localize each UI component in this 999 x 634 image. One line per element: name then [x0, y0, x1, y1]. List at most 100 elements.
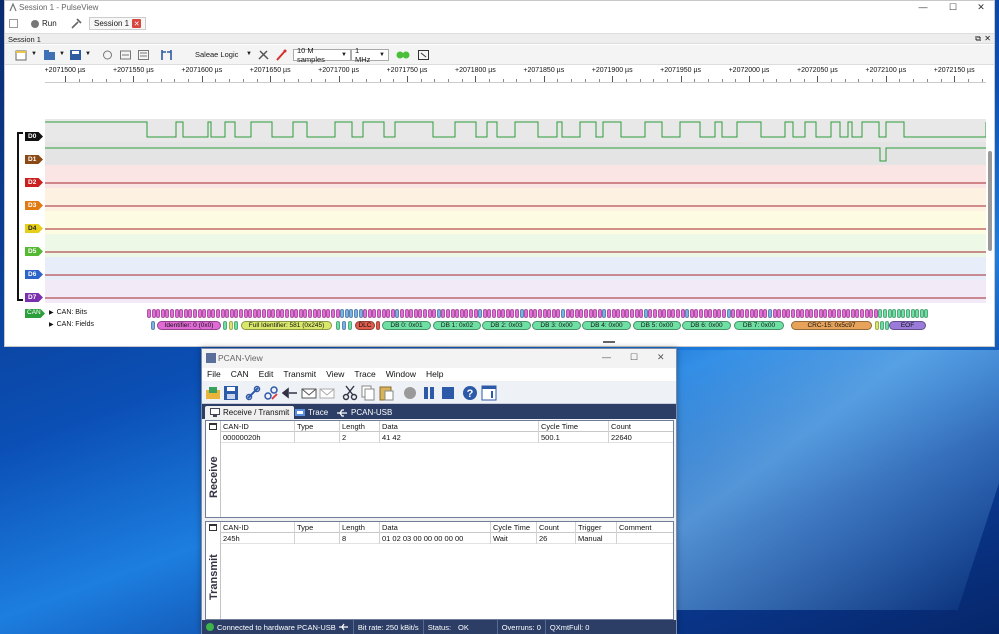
menu-trace[interactable]: Trace [349, 368, 380, 381]
cursor-icon[interactable] [160, 49, 173, 61]
trace-area[interactable] [45, 83, 986, 341]
channel-label-d3[interactable]: D3 [25, 201, 43, 210]
grid-columns-icon[interactable] [209, 524, 217, 531]
column-comment[interactable]: Comment [619, 523, 652, 532]
probe-icon[interactable] [275, 49, 288, 61]
column-data[interactable]: Data [382, 523, 398, 532]
channel-label-d2[interactable]: D2 [25, 178, 43, 187]
column-count[interactable]: Count [611, 422, 631, 431]
close-dock-icon[interactable]: ✕ [984, 34, 991, 43]
disconnect-icon[interactable] [263, 385, 279, 401]
help-icon[interactable]: ? [462, 385, 478, 401]
run-capture-icon[interactable] [395, 49, 411, 61]
can-field-annotation[interactable]: Identifier: 0 (0x0) [157, 321, 221, 330]
stop-icon[interactable] [440, 385, 456, 401]
can-decoder-tag[interactable]: CAN [25, 309, 45, 318]
open-dropdown-icon[interactable]: ▼ [59, 51, 65, 57]
configure-device-icon[interactable] [257, 49, 270, 61]
pause-icon[interactable] [421, 385, 437, 401]
connect-icon[interactable] [245, 385, 261, 401]
channel-label-d5[interactable]: D5 [25, 247, 43, 256]
run-button[interactable]: Run [31, 17, 57, 30]
minimize-button[interactable]: — [909, 2, 937, 12]
channel-label-d4[interactable]: D4 [25, 224, 43, 233]
save-icon[interactable] [223, 385, 239, 401]
table-row[interactable]: 00000020h 2 41 42 500.1 22640 [221, 432, 673, 443]
grid-columns-icon[interactable] [209, 423, 217, 430]
can-field-annotation[interactable]: DB 2: 0x03 [482, 321, 531, 330]
paste-icon[interactable] [378, 385, 394, 401]
can-field-annotation[interactable]: DLC [355, 321, 375, 330]
menu-view[interactable]: View [321, 368, 349, 381]
column-length[interactable]: Length [342, 422, 365, 431]
can-field-annotation[interactable]: EOF [889, 321, 926, 330]
column-cycle-time[interactable]: Cycle Time [541, 422, 578, 431]
can-field-annotation[interactable]: DB 7: 0x00 [734, 321, 784, 330]
edit-message-icon[interactable] [319, 385, 335, 401]
column-length[interactable]: Length [342, 523, 365, 532]
sample-count-select[interactable]: 10 M samples ▼ [293, 46, 351, 64]
can-field-annotation[interactable]: DB 3: 0x00 [532, 321, 581, 330]
device-settings-icon[interactable] [101, 49, 114, 61]
menu-file[interactable]: File [202, 368, 226, 381]
new-view-dropdown-icon[interactable]: ▼ [31, 51, 37, 57]
cut-icon[interactable] [342, 385, 358, 401]
can-field-annotation[interactable]: DB 6: 0x00 [682, 321, 731, 330]
column-type[interactable]: Type [297, 523, 313, 532]
can-field-annotation[interactable]: DB 5: 0x00 [633, 321, 681, 330]
decoder-settings-icon[interactable] [137, 49, 150, 61]
tab-receive-transmit[interactable]: Receive / Transmit [205, 406, 295, 419]
menu-edit[interactable]: Edit [254, 368, 279, 381]
save-dropdown-icon[interactable]: ▼ [85, 51, 91, 57]
channel-label-d0[interactable]: D0 [25, 132, 43, 141]
tab-trace[interactable]: Trace [290, 406, 333, 419]
tab-pcan-usb[interactable]: PCAN-USB [332, 406, 397, 419]
can-field-annotation[interactable]: DB 4: 0x00 [582, 321, 631, 330]
column-can-id[interactable]: CAN-ID [223, 523, 249, 532]
column-data[interactable]: Data [382, 422, 398, 431]
copy-icon[interactable] [360, 385, 376, 401]
menu-can[interactable]: CAN [226, 368, 254, 381]
can-field-annotation[interactable]: CRC-15: 0x5c97 [791, 321, 872, 330]
column-count[interactable]: Count [539, 523, 559, 532]
channel-label-d7[interactable]: D7 [25, 293, 43, 302]
device-dropdown-icon[interactable]: ▼ [246, 51, 252, 57]
new-message-icon[interactable] [301, 385, 317, 401]
can-fields-row[interactable]: ▶ CAN: Fields [49, 321, 94, 328]
info-icon[interactable] [481, 385, 497, 401]
open-file-icon[interactable] [43, 49, 56, 61]
column-cycle-time[interactable]: Cycle Time [493, 523, 530, 532]
can-field-annotation[interactable]: Full Identifier: 581 (0x245) [241, 321, 332, 330]
resize-grip[interactable] [603, 341, 615, 343]
column-can-id[interactable]: CAN-ID [223, 422, 249, 431]
record-icon[interactable] [402, 385, 418, 401]
save-file-icon[interactable] [69, 49, 82, 61]
zoom-fit-icon[interactable] [417, 49, 430, 61]
menu-help[interactable]: Help [421, 368, 448, 381]
close-tab-icon[interactable]: ✕ [132, 19, 142, 28]
open-project-icon[interactable] [205, 385, 221, 401]
menu-transmit[interactable]: Transmit [278, 368, 321, 381]
device-selector[interactable]: Saleae Logic [195, 50, 238, 59]
reset-icon[interactable] [282, 385, 298, 401]
column-trigger[interactable]: Trigger [578, 523, 601, 532]
close-button[interactable]: ✕ [967, 2, 995, 13]
float-dock-icon[interactable]: ⧉ [975, 34, 981, 44]
new-view-icon[interactable] [15, 49, 28, 61]
new-session-icon[interactable] [9, 19, 18, 28]
column-type[interactable]: Type [297, 422, 313, 431]
can-field-annotation[interactable]: DB 0: 0x01 [382, 321, 431, 330]
maximize-button[interactable]: ☐ [939, 2, 967, 13]
tab-session-1[interactable]: Session 1 ✕ [89, 17, 147, 30]
can-field-annotation[interactable]: DB 1: 0x02 [433, 321, 481, 330]
channel-label-d6[interactable]: D6 [25, 270, 43, 279]
settings-tool-icon[interactable] [71, 18, 82, 29]
channel-label-d1[interactable]: D1 [25, 155, 43, 164]
sample-rate-select[interactable]: 1 MHz ▼ [351, 46, 389, 64]
pcan-close-button[interactable]: ✕ [657, 352, 665, 363]
vertical-scrollbar[interactable] [988, 151, 992, 251]
channel-settings-icon[interactable] [119, 49, 132, 61]
can-bits-row[interactable]: ▶ CAN: Bits [49, 309, 87, 316]
menu-window[interactable]: Window [381, 368, 421, 381]
pcan-minimize-button[interactable]: — [602, 352, 611, 362]
